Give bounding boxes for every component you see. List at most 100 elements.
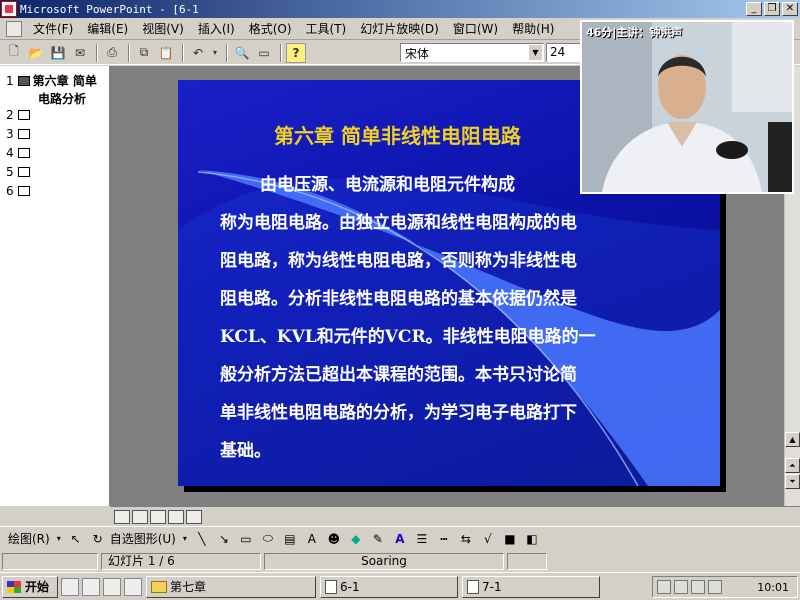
sorter-view-icon[interactable] — [168, 509, 184, 524]
copy-icon[interactable]: ⧉ — [134, 43, 154, 63]
desktop-icon[interactable] — [82, 577, 100, 596]
lecturer-video-overlay: 46分|主讲：钟洪声 — [580, 20, 794, 194]
open-icon[interactable]: 📂 — [26, 43, 46, 63]
draw-menu[interactable]: 绘图(R) — [8, 530, 50, 547]
outline-pane[interactable]: 1 第六章 简单 电路分析 2 3 4 5 6 — [0, 66, 110, 506]
menu-slideshow[interactable]: 幻灯片放映(D) — [353, 20, 446, 37]
slide-icon[interactable]: ▭ — [254, 43, 274, 63]
help-icon[interactable]: ? — [286, 42, 306, 63]
slide-body-line[interactable]: 般分析方法已超出本课程的范围。本书只讨论简 — [220, 360, 577, 385]
outline-slide-3[interactable]: 3 — [6, 127, 33, 141]
3d-icon[interactable]: ◧ — [522, 529, 542, 549]
rectangle-icon[interactable]: ▭ — [236, 529, 256, 549]
slide-number: 2 — [6, 108, 14, 122]
outlook-icon[interactable] — [103, 577, 121, 596]
next-slide-icon[interactable]: ⏷ — [785, 474, 800, 489]
ie-icon[interactable] — [61, 577, 79, 596]
menu-format[interactable]: 格式(O) — [242, 20, 299, 37]
network-icon[interactable] — [657, 580, 671, 594]
menu-tools[interactable]: 工具(T) — [299, 20, 354, 37]
zoom-icon[interactable]: 🔍 — [232, 43, 252, 63]
previous-slide-icon[interactable]: ⏶ — [785, 458, 800, 473]
slide-body-line[interactable]: 由电压源、电流源和电阻元件构成 — [260, 170, 515, 195]
toolbar-separator — [280, 43, 282, 62]
textbox-icon[interactable]: ▤ — [280, 529, 300, 549]
save-icon[interactable]: 💾 — [48, 43, 68, 63]
print-icon[interactable]: ⎙ — [102, 43, 122, 63]
new-icon[interactable]: 🗋 — [4, 43, 24, 63]
line-color-icon[interactable]: ✎ — [368, 529, 388, 549]
menu-view[interactable]: 视图(V) — [135, 20, 191, 37]
restore-button[interactable]: ❐ — [764, 2, 780, 16]
font-select[interactable]: 宋体 ▼ — [400, 43, 544, 62]
task-ppt-6-1[interactable]: 6-1 — [320, 575, 458, 598]
email-icon[interactable]: ✉ — [70, 43, 90, 63]
font-value: 宋体 — [405, 47, 430, 61]
font-color-icon[interactable]: A — [390, 529, 410, 549]
task-label: 6-1 — [340, 579, 360, 594]
chevron-down-icon[interactable]: ▾ — [180, 529, 190, 549]
status-slide-placeholder — [2, 552, 98, 570]
slide-body-line[interactable]: KCL、KVL和元件的VCR。非线性电阻电路的一 — [220, 322, 596, 347]
volume-icon[interactable] — [674, 580, 688, 594]
outline-slide-1[interactable]: 1 第六章 简单 — [6, 72, 97, 89]
input-method-icon[interactable] — [708, 580, 722, 594]
menu-help[interactable]: 帮助(H) — [505, 20, 561, 37]
line-icon[interactable]: ╲ — [192, 529, 212, 549]
dropdown-arrow-icon[interactable]: ▾ — [210, 43, 220, 63]
status-slide-count: 幻灯片 1 / 6 — [101, 552, 261, 570]
slide-body-line[interactable]: 单非线性电阻电路的分析，为学习电子电路打下 — [220, 398, 577, 423]
chevron-down-icon[interactable]: ▼ — [529, 45, 542, 60]
tray-app-icon[interactable] — [691, 580, 705, 594]
slide-body-line[interactable]: 阻电路，称为线性电阻电路，否则称为非线性电 — [220, 246, 577, 271]
shadow-icon[interactable]: ■ — [500, 529, 520, 549]
scroll-up-icon[interactable]: ▲ — [785, 432, 800, 447]
clipart-icon[interactable]: ☻ — [324, 529, 344, 549]
powerpoint-doc-icon — [325, 579, 337, 594]
slideshow-view-icon[interactable] — [186, 509, 202, 524]
paste-icon[interactable]: 📋 — [156, 43, 176, 63]
menu-file[interactable]: 文件(F) — [26, 20, 80, 37]
equation-icon[interactable]: √ — [478, 529, 498, 549]
document-icon[interactable] — [6, 20, 22, 37]
autoshapes-menu[interactable]: 自选图形(U) — [110, 530, 176, 547]
arrow-icon[interactable]: ↘ — [214, 529, 234, 549]
select-pointer-icon[interactable]: ↖ — [66, 529, 86, 549]
minimize-button[interactable]: _ — [746, 2, 762, 16]
taskbar: 开始 第七章 6-1 7-1 10:01 — [0, 572, 800, 600]
arrow-style-icon[interactable]: ⇆ — [456, 529, 476, 549]
slide-view-icon[interactable] — [150, 509, 166, 524]
outline-slide-5[interactable]: 5 — [6, 165, 33, 179]
outline-slide-2[interactable]: 2 — [6, 108, 33, 122]
outline-view-icon[interactable] — [132, 509, 148, 524]
toolbar-separator — [96, 43, 98, 62]
outline-slide-4[interactable]: 4 — [6, 146, 33, 160]
undo-icon[interactable]: ↶ — [188, 43, 208, 63]
close-button[interactable]: ✕ — [782, 2, 798, 16]
fill-color-icon[interactable]: ◆ — [346, 529, 366, 549]
rotate-icon[interactable]: ↻ — [88, 529, 108, 549]
normal-view-icon[interactable] — [114, 509, 130, 524]
start-button[interactable]: 开始 — [2, 575, 58, 598]
dash-style-icon[interactable]: ┅ — [434, 529, 454, 549]
menu-insert[interactable]: 插入(I) — [191, 20, 242, 37]
slide-number: 4 — [6, 146, 14, 160]
media-icon[interactable] — [124, 577, 142, 596]
wordart-icon[interactable]: A — [302, 529, 322, 549]
slide-number: 5 — [6, 165, 14, 179]
chevron-down-icon[interactable]: ▾ — [54, 529, 64, 549]
task-folder-chapter7[interactable]: 第七章 — [146, 575, 316, 598]
window-controls: _ ❐ ✕ — [746, 2, 798, 16]
slide-body-line[interactable]: 称为电阻电路。由独立电源和线性电阻构成的电 — [220, 208, 577, 233]
menu-window[interactable]: 窗口(W) — [446, 20, 505, 37]
slide-body-line[interactable]: 基础。 — [220, 436, 271, 461]
slide-body-line[interactable]: 阻电路。分析非线性电阻电路的基本依据仍然是 — [220, 284, 577, 309]
line-style-icon[interactable]: ☰ — [412, 529, 432, 549]
menu-edit[interactable]: 编辑(E) — [80, 20, 135, 37]
outline-slide-6[interactable]: 6 — [6, 184, 33, 198]
task-ppt-7-1[interactable]: 7-1 — [462, 575, 600, 598]
status-design: Soaring — [264, 552, 504, 570]
oval-icon[interactable]: ⬭ — [258, 529, 278, 549]
font-size-value: 24 — [550, 45, 566, 59]
powerpoint-icon[interactable] — [1, 1, 17, 17]
